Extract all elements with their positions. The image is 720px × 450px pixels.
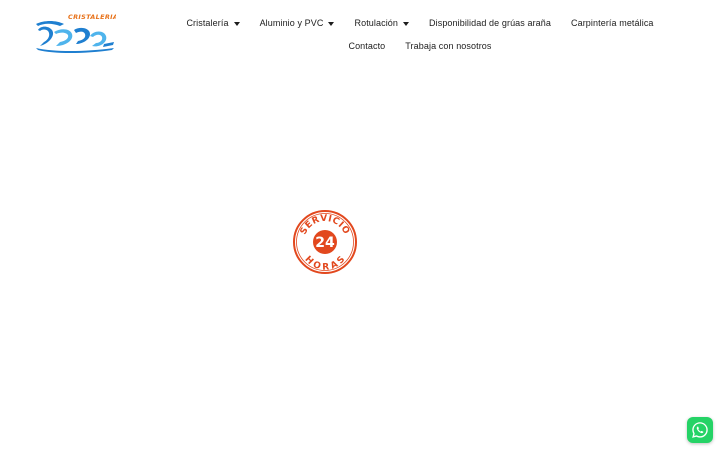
- page: CRISTALERIA Cristalería Aluminio y PVC R…: [0, 0, 720, 450]
- nav-item-label: Disponibilidad de grúas araña: [429, 18, 551, 28]
- chevron-down-icon: [403, 21, 410, 26]
- nav-item-gruas-arana[interactable]: Disponibilidad de grúas araña: [419, 14, 561, 33]
- badge-number: 24: [315, 235, 335, 251]
- chevron-down-icon: [328, 21, 335, 26]
- chevron-down-icon: [233, 21, 240, 26]
- nav-item-label: Rotulación: [354, 18, 399, 28]
- nav-item-trabaja-con-nosotros[interactable]: Trabaja con nosotros: [395, 37, 501, 56]
- site-logo[interactable]: CRISTALERIA: [34, 12, 116, 54]
- nav-item-label: Contacto: [348, 41, 386, 51]
- nav-item-rotulacion[interactable]: Rotulación: [344, 14, 419, 33]
- whatsapp-icon: [692, 422, 708, 438]
- nav-item-contacto[interactable]: Contacto: [338, 37, 395, 56]
- logo-graphic: CRISTALERIA: [36, 13, 116, 53]
- service-24h-badge: SERVICIO 24 HORAS: [292, 209, 358, 275]
- whatsapp-button[interactable]: [687, 417, 713, 443]
- nav-item-label: Trabaja con nosotros: [405, 41, 492, 51]
- nav-item-label: Aluminio y PVC: [259, 18, 324, 28]
- nav-item-label: Carpintería metálica: [571, 18, 654, 28]
- nav-item-cristaleria[interactable]: Cristalería: [176, 14, 249, 33]
- badge-graphic: SERVICIO 24 HORAS: [293, 210, 357, 274]
- nav-item-aluminio-pvc[interactable]: Aluminio y PVC: [250, 14, 345, 33]
- nav-item-label: Cristalería: [186, 18, 229, 28]
- main-navigation: Cristalería Aluminio y PVC Rotulación Di…: [160, 14, 680, 56]
- nav-item-carpinteria-metalica[interactable]: Carpintería metálica: [561, 14, 664, 33]
- svg-text:CRISTALERIA: CRISTALERIA: [68, 13, 116, 21]
